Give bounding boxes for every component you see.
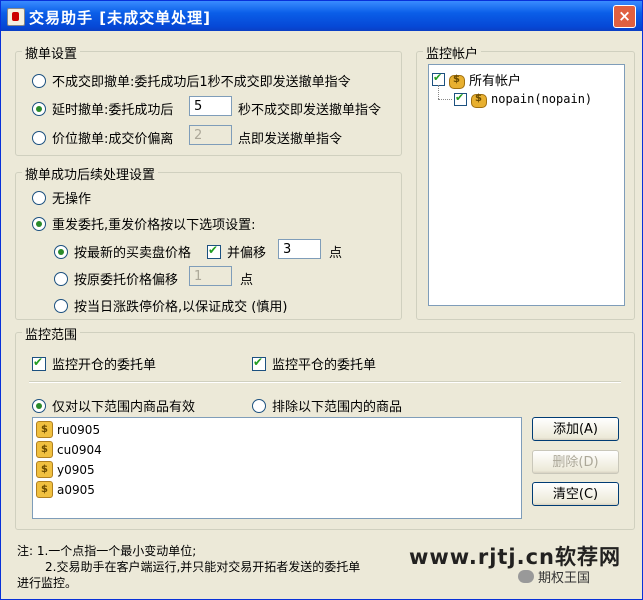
limit-price-label: 按当日涨跌停价格,以保证成交 (慎用) bbox=[74, 300, 288, 315]
checkbox-offset[interactable]: 并偏移 bbox=[207, 242, 266, 261]
list-item-label: y0905 bbox=[57, 462, 95, 477]
radio-button[interactable] bbox=[32, 130, 46, 145]
coin-icon: $ bbox=[36, 481, 53, 498]
radio-no-action[interactable]: 无操作 bbox=[32, 188, 91, 207]
tree-checkbox[interactable] bbox=[454, 91, 467, 106]
window-title: 交易助手 [未成交单处理] bbox=[29, 9, 211, 27]
list-item[interactable]: $ ru0905 bbox=[36, 421, 100, 438]
price-offset-input[interactable]: 2 bbox=[189, 125, 232, 145]
radio-button[interactable] bbox=[32, 101, 46, 116]
money-bag-icon bbox=[448, 72, 466, 89]
cancel-price-suffix: 点即发送撤单指令 bbox=[238, 128, 342, 147]
radio-include-range[interactable]: 仅对以下范围内商品有效 bbox=[32, 396, 195, 415]
latest-price-label: 按最新的买卖盘价格 bbox=[74, 246, 192, 261]
cancel-delay-suffix-label: 秒不成交即发送撤单指令 bbox=[238, 103, 382, 118]
list-item-label: a0905 bbox=[57, 482, 95, 497]
checkbox-monitor-open[interactable]: 监控开仓的委托单 bbox=[32, 354, 156, 373]
clear-button[interactable]: 清空(C) bbox=[532, 482, 619, 506]
accounts-legend: 监控帐户 bbox=[423, 43, 482, 62]
app-icon bbox=[7, 8, 25, 26]
tree-connector bbox=[438, 99, 452, 100]
wechat-icon bbox=[518, 570, 534, 583]
list-item-label: ru0905 bbox=[57, 422, 101, 437]
monitor-open-label: 监控开仓的委托单 bbox=[52, 358, 157, 373]
radio-latest-price[interactable]: 按最新的买卖盘价格 bbox=[54, 242, 191, 261]
close-button[interactable]: × bbox=[613, 5, 636, 28]
original-offset-input[interactable]: 1 bbox=[189, 266, 232, 286]
divider bbox=[29, 381, 621, 383]
radio-button[interactable] bbox=[32, 73, 46, 88]
coin-icon: $ bbox=[36, 461, 53, 478]
note-line-2: 2.交易助手在客户端运行,并只能对交易开拓者发送的委托单 bbox=[45, 560, 361, 574]
cancel-settings-legend: 撤单设置 bbox=[22, 43, 81, 62]
checkbox[interactable] bbox=[252, 355, 266, 371]
radio-button[interactable] bbox=[54, 298, 68, 313]
money-bag-icon bbox=[470, 91, 488, 108]
coin-icon: $ bbox=[36, 421, 53, 438]
wechat-watermark: 期权王国 bbox=[518, 567, 590, 586]
trade-assistant-window: 交易助手 [未成交单处理] × 撤单设置 不成交即撤单:委托成功后1秒不成交即发… bbox=[0, 0, 643, 600]
scope-legend: 监控范围 bbox=[22, 324, 81, 343]
cancel-delay-label: 延时撤单:委托成功后 bbox=[52, 103, 174, 118]
add-button[interactable]: 添加(A) bbox=[532, 417, 619, 441]
resend-label: 重发委托,重发价格按以下选项设置: bbox=[52, 218, 256, 233]
original-unit: 点 bbox=[240, 269, 253, 288]
monitor-close-label: 监控平仓的委托单 bbox=[272, 358, 377, 373]
radio-resend[interactable]: 重发委托,重发价格按以下选项设置: bbox=[32, 214, 256, 233]
radio-button[interactable] bbox=[252, 398, 266, 413]
cancel-price-label: 价位撤单:成交价偏离 bbox=[52, 132, 174, 147]
radio-button[interactable] bbox=[32, 190, 46, 205]
list-item-label: cu0904 bbox=[57, 442, 102, 457]
tree-connector bbox=[438, 85, 439, 99]
include-range-label: 仅对以下范围内商品有效 bbox=[52, 400, 196, 415]
radio-cancel-delay[interactable]: 延时撤单:委托成功后 bbox=[32, 99, 173, 118]
radio-limit-price[interactable]: 按当日涨跌停价格,以保证成交 (慎用) bbox=[54, 296, 287, 315]
list-item[interactable]: $ a0905 bbox=[36, 481, 95, 498]
offset-unit: 点 bbox=[329, 242, 342, 261]
cancel-delay-suffix: 秒不成交即发送撤单指令 bbox=[238, 99, 381, 118]
wechat-watermark-label: 期权王国 bbox=[538, 571, 591, 586]
cancel-price-suffix-label: 点即发送撤单指令 bbox=[238, 132, 343, 147]
checkbox[interactable] bbox=[207, 243, 221, 259]
account-tree[interactable]: 所有帐户 nopain(nopain) bbox=[428, 64, 625, 306]
title-bar[interactable]: 交易助手 [未成交单处理] × bbox=[1, 1, 642, 31]
no-action-label: 无操作 bbox=[52, 192, 92, 207]
nopain-account-label: nopain(nopain) bbox=[491, 92, 593, 106]
commodity-list[interactable]: $ ru0905 $ cu0904 $ y0905 $ a0905 bbox=[32, 417, 522, 519]
coin-icon: $ bbox=[36, 441, 53, 458]
offset-unit-label: 点 bbox=[329, 246, 343, 261]
checkbox-monitor-close[interactable]: 监控平仓的委托单 bbox=[252, 354, 376, 373]
offset-label: 并偏移 bbox=[227, 246, 267, 261]
radio-cancel-price[interactable]: 价位撤单:成交价偏离 bbox=[32, 128, 173, 147]
original-unit-label: 点 bbox=[240, 273, 254, 288]
radio-original-price[interactable]: 按原委托价格偏移 bbox=[54, 269, 178, 288]
all-accounts-label: 所有帐户 bbox=[469, 74, 522, 89]
offset-points-input[interactable]: 3 bbox=[278, 239, 321, 259]
cancel-immediate-label: 不成交即撤单:委托成功后1秒不成交即发送撤单指令 bbox=[52, 75, 351, 90]
checkbox[interactable] bbox=[32, 355, 46, 371]
list-item[interactable]: $ y0905 bbox=[36, 461, 95, 478]
radio-cancel-immediate[interactable]: 不成交即撤单:委托成功后1秒不成交即发送撤单指令 bbox=[32, 71, 351, 90]
list-item[interactable]: $ cu0904 bbox=[36, 441, 102, 458]
note-line-3: 进行监控。 bbox=[17, 576, 78, 590]
original-price-label: 按原委托价格偏移 bbox=[74, 273, 179, 288]
tree-node-all-accounts[interactable]: 所有帐户 bbox=[432, 70, 521, 89]
delete-button[interactable]: 删除(D) bbox=[532, 450, 619, 474]
note-line-1: 注: 1.一个点指一个最小变动单位; bbox=[17, 544, 197, 558]
radio-button[interactable] bbox=[54, 271, 68, 286]
exclude-range-label: 排除以下范围内的商品 bbox=[272, 400, 403, 415]
after-cancel-legend: 撤单成功后续处理设置 bbox=[22, 164, 159, 183]
radio-button[interactable] bbox=[32, 398, 46, 413]
radio-exclude-range[interactable]: 排除以下范围内的商品 bbox=[252, 396, 402, 415]
delay-seconds-input[interactable]: 5 bbox=[189, 96, 232, 116]
radio-button[interactable] bbox=[32, 216, 46, 231]
tree-node-nopain[interactable]: nopain(nopain) bbox=[454, 91, 593, 108]
radio-button[interactable] bbox=[54, 244, 68, 259]
